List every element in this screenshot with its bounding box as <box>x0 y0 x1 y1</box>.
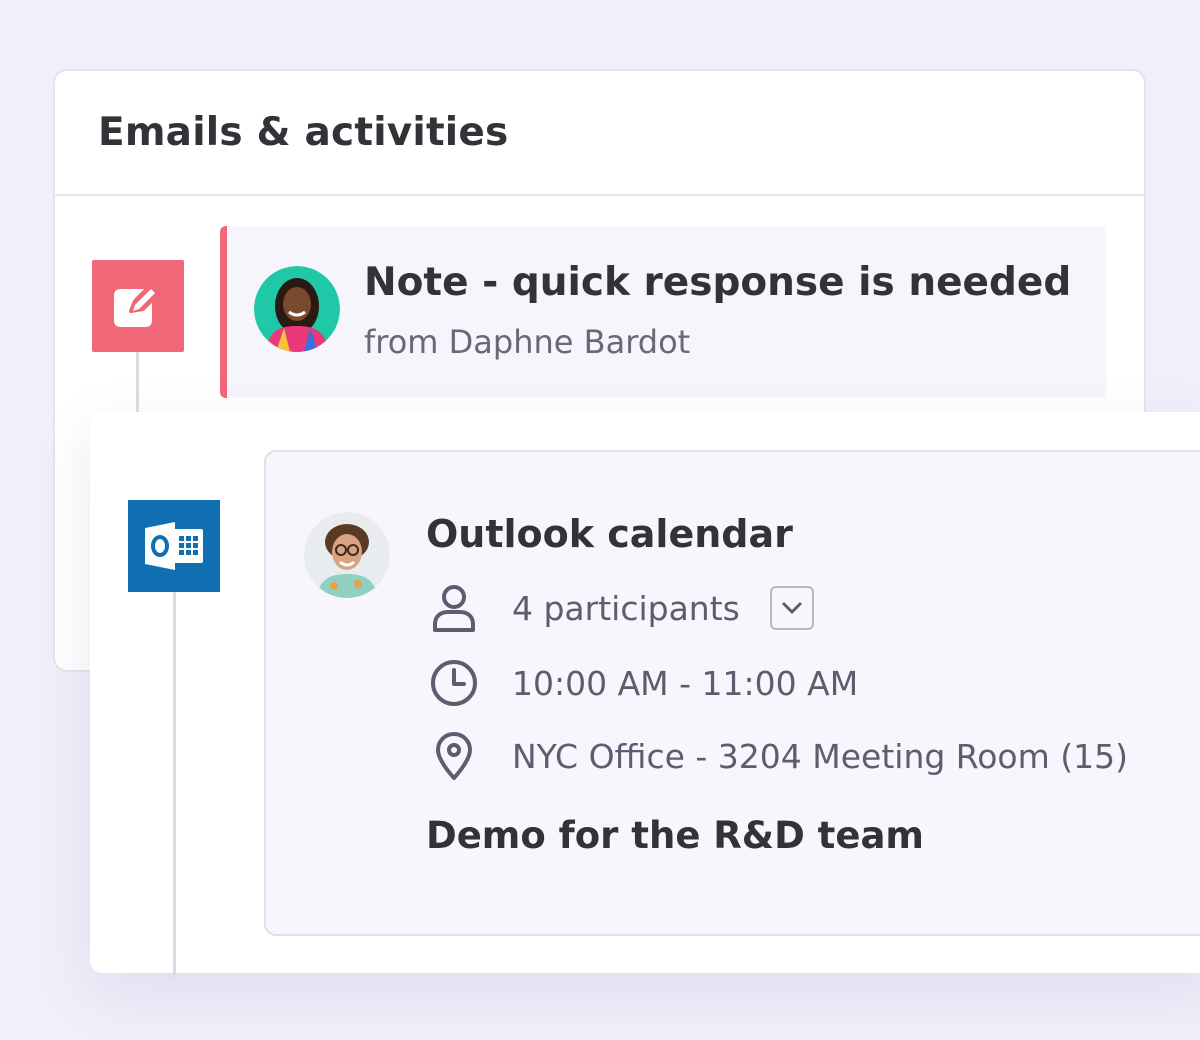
participants-dropdown-button[interactable] <box>769 586 814 630</box>
event-title: Outlook calendar <box>426 512 793 556</box>
panel-header: Emails & activities <box>55 71 1144 196</box>
note-activity-item[interactable]: Note - quick response is needed from Dap… <box>220 226 1106 398</box>
event-description: Demo for the R&D team <box>426 814 924 857</box>
calendar-event-item[interactable]: Outlook calendar 4 participants 10:00 AM… <box>264 450 1200 936</box>
avatar <box>254 266 340 352</box>
location-pin-icon <box>436 732 472 780</box>
avatar <box>304 512 390 598</box>
event-time: 10:00 AM - 11:00 AM <box>512 663 859 703</box>
note-author: from Daphne Bardot <box>364 323 691 361</box>
person-icon <box>433 585 475 632</box>
location-row: NYC Office - 3204 Meeting Room (15) <box>426 728 1128 784</box>
clock-icon <box>431 660 477 706</box>
outlook-badge <box>128 500 220 592</box>
note-title: Note - quick response is needed <box>364 260 1072 305</box>
chevron-down-icon <box>782 602 802 614</box>
note-badge <box>92 260 184 352</box>
edit-note-icon <box>114 281 163 327</box>
outlook-calendar-icon <box>145 522 203 570</box>
calendar-activity-panel: Outlook calendar 4 participants 10:00 AM… <box>90 412 1200 977</box>
participants-count: 4 participants <box>512 588 740 628</box>
event-location: NYC Office - 3204 Meeting Room (15) <box>512 736 1128 776</box>
time-row: 10:00 AM - 11:00 AM <box>426 655 858 711</box>
timeline-connector <box>173 592 176 977</box>
participants-row: 4 participants <box>426 580 814 636</box>
panel-title: Emails & activities <box>98 110 509 155</box>
